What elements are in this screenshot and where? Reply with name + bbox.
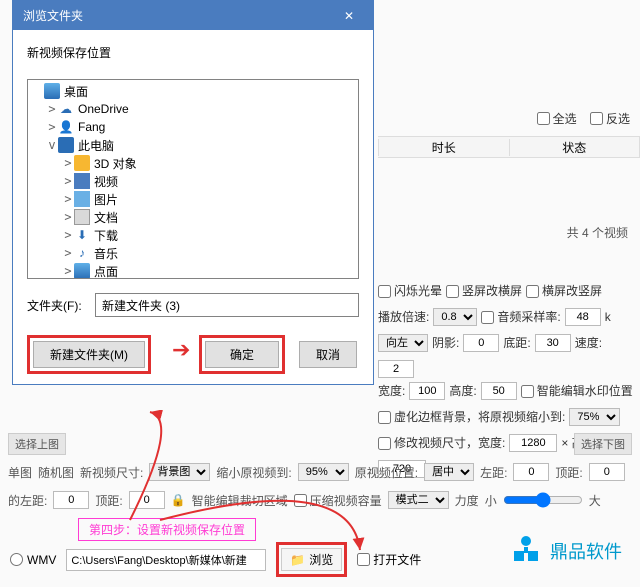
- select-down-button[interactable]: 选择下图: [574, 433, 632, 455]
- close-icon[interactable]: ✕: [335, 9, 363, 23]
- folder-tree[interactable]: 桌面>☁OneDrive>👤Fangv此电脑>3D 对象>视频>图片>文档>⬇下…: [27, 79, 359, 279]
- folder-icon: 📁: [290, 553, 305, 567]
- doc-icon: [74, 209, 90, 225]
- dialog-title: 浏览文件夹: [23, 7, 83, 24]
- h2v-checkbox[interactable]: 横屏改竖屏: [526, 278, 602, 304]
- tree-item[interactable]: >视频: [28, 172, 358, 190]
- newsize-select[interactable]: 背景图: [149, 463, 210, 481]
- browse-folder-dialog: 浏览文件夹 ✕ 新视频保存位置 桌面>☁OneDrive>👤Fangv此电脑>3…: [12, 0, 374, 385]
- cloud-icon: ☁: [58, 101, 74, 117]
- tree-item[interactable]: >图片: [28, 190, 358, 208]
- invert-select-checkbox[interactable]: 反选: [590, 110, 630, 127]
- top-input[interactable]: [589, 463, 625, 481]
- folder-label: 文件夹(F):: [27, 297, 89, 314]
- tree-item[interactable]: >3D 对象: [28, 154, 358, 172]
- save-path-input[interactable]: [66, 549, 266, 571]
- desk-icon: [74, 263, 90, 279]
- bottom-input[interactable]: [535, 334, 571, 352]
- wmv-radio[interactable]: WMV: [10, 553, 56, 567]
- shrink-pct-select[interactable]: 75%: [569, 408, 620, 426]
- col-status: 状态: [509, 139, 640, 156]
- leftdist-input[interactable]: [53, 491, 89, 509]
- dialog-subtitle: 新视频保存位置: [27, 44, 359, 61]
- playback-select[interactable]: 0.8: [433, 308, 477, 326]
- audio-rate-checkbox[interactable]: 音频采样率:: [481, 304, 560, 330]
- height-input[interactable]: [481, 382, 517, 400]
- new-folder-button[interactable]: 新建文件夹(M): [33, 341, 145, 368]
- shadow-input[interactable]: [463, 334, 499, 352]
- table-header: 时长 状态: [378, 136, 640, 158]
- v2h-checkbox[interactable]: 竖屏改横屏: [446, 278, 522, 304]
- desk-icon: [44, 83, 60, 99]
- topdist-input[interactable]: [129, 491, 165, 509]
- mode-select[interactable]: 模式二: [388, 491, 449, 509]
- audio-rate-input[interactable]: [565, 308, 601, 326]
- direction-select[interactable]: 向左: [378, 334, 428, 352]
- origpos-select[interactable]: 居中: [424, 463, 474, 481]
- flash-checkbox[interactable]: 闪烁光晕: [378, 278, 442, 304]
- tree-item[interactable]: >👤Fang: [28, 118, 358, 136]
- force-slider[interactable]: [503, 492, 583, 508]
- pic-icon: [74, 191, 90, 207]
- open-file-checkbox[interactable]: 打开文件: [357, 551, 421, 568]
- smart-watermark-checkbox[interactable]: 智能编辑水印位置: [521, 378, 633, 404]
- tree-item[interactable]: >⬇下载: [28, 226, 358, 244]
- pc-icon: [58, 137, 74, 153]
- browse-button[interactable]: 📁 浏览: [281, 548, 342, 571]
- step4-annotation: 第四步：设置新视频保存位置: [78, 518, 256, 541]
- tree-item[interactable]: >♪音乐: [28, 244, 358, 262]
- arrow-icon: ➔: [172, 337, 190, 363]
- select-all-checkbox[interactable]: 全选: [537, 110, 577, 127]
- compress-checkbox[interactable]: 压缩视频容量: [294, 492, 382, 509]
- left-input[interactable]: [513, 463, 549, 481]
- user-icon: 👤: [58, 119, 74, 135]
- 3d-icon: [74, 155, 90, 171]
- tree-item[interactable]: >☁OneDrive: [28, 100, 358, 118]
- video-count: 共 4 个视频: [378, 218, 640, 247]
- ok-button[interactable]: 确定: [205, 341, 279, 368]
- speed-input[interactable]: [378, 360, 414, 378]
- tree-item[interactable]: >文档: [28, 208, 358, 226]
- music-icon: ♪: [74, 245, 90, 261]
- width-input[interactable]: [409, 382, 445, 400]
- tree-item[interactable]: >点面: [28, 262, 358, 279]
- virtual-border-checkbox[interactable]: 虚化边框背景，将原视频缩小到:: [378, 404, 565, 430]
- brand-logo: 鼎品软件: [508, 533, 622, 569]
- shrink-select[interactable]: 95%: [298, 463, 349, 481]
- vid-icon: [74, 173, 90, 189]
- select-up-button[interactable]: 选择上图: [8, 433, 66, 455]
- tree-item[interactable]: 桌面: [28, 82, 358, 100]
- folder-name-input[interactable]: [95, 293, 359, 317]
- col-duration: 时长: [378, 139, 509, 156]
- dl-icon: ⬇: [74, 227, 90, 243]
- tree-item[interactable]: v此电脑: [28, 136, 358, 154]
- cancel-button[interactable]: 取消: [299, 341, 357, 368]
